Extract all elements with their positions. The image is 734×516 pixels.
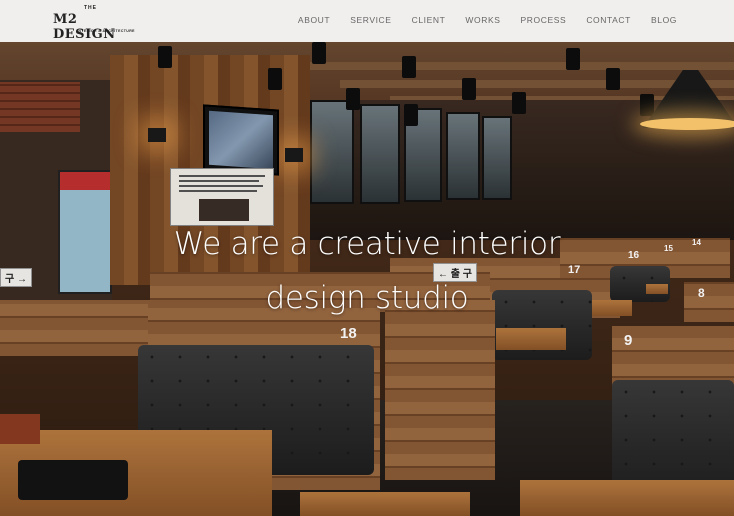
logo-tagline: INTERIOR & ARCHITECTURE — [77, 29, 135, 33]
nav-blog[interactable]: BLOG — [651, 15, 677, 25]
logo-the: THE — [84, 5, 97, 11]
hero-headline-line1: We are a creative interior — [173, 226, 561, 262]
main-nav: ABOUT SERVICE CLIENT WORKS PROCESS CONTA… — [278, 15, 677, 25]
nav-contact[interactable]: CONTACT — [586, 15, 631, 25]
site-header: THE M2 DESIGN INTERIOR & ARCHITECTURE AB… — [0, 0, 734, 42]
nav-about[interactable]: ABOUT — [298, 15, 330, 25]
logo-name: M2 DESIGN — [53, 12, 116, 42]
site-logo[interactable]: THE M2 DESIGN INTERIOR & ARCHITECTURE — [52, 5, 134, 42]
nav-client[interactable]: CLIENT — [412, 15, 446, 25]
hero-headline-line2: design studio — [265, 280, 469, 316]
nav-process[interactable]: PROCESS — [521, 15, 567, 25]
nav-works[interactable]: WORKS — [465, 15, 500, 25]
nav-service[interactable]: SERVICE — [350, 15, 391, 25]
